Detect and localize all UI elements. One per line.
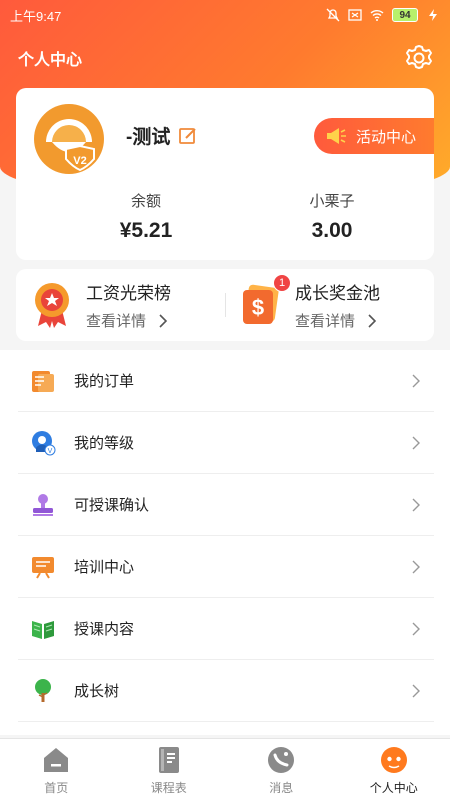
promo-salary-honor[interactable]: 工资光荣榜 查看详情 xyxy=(16,269,225,341)
menu-item-level[interactable]: V 我的等级 xyxy=(18,412,434,474)
svg-text:$: $ xyxy=(252,295,264,320)
book-icon xyxy=(32,620,54,639)
tab-profile[interactable]: 个人中心 xyxy=(338,739,450,800)
dollar-card-icon-wrap: $ 1 xyxy=(241,274,291,328)
menu-item-label: 成长树 xyxy=(74,683,120,700)
chevron-right-icon xyxy=(412,498,420,511)
wifi-icon xyxy=(370,10,384,21)
balance-stat[interactable]: 余额 ¥5.21 xyxy=(66,190,226,243)
chevron-right-icon xyxy=(412,684,420,697)
tab-schedule[interactable]: 课程表 xyxy=(113,739,226,800)
username-text: -测试 xyxy=(126,127,171,148)
status-bar: 上午9:47 94 xyxy=(0,0,450,30)
gear-icon[interactable] xyxy=(404,43,434,73)
menu-item-label: 可授课确认 xyxy=(74,497,150,514)
chevron-right-icon xyxy=(412,560,420,573)
menu-item-label: 我的订单 xyxy=(74,373,135,390)
top-bar: 个人中心 xyxy=(0,36,450,80)
level-badge: V2 xyxy=(73,155,86,167)
tab-messages[interactable]: 消息 xyxy=(225,739,338,800)
activity-center-button[interactable]: 活动中心 xyxy=(314,118,434,154)
stamp-icon xyxy=(33,493,53,516)
svg-text:V: V xyxy=(48,448,53,455)
battery-icon: 94 xyxy=(392,8,418,22)
page-title: 个人中心 xyxy=(18,52,83,69)
order-icon xyxy=(32,370,54,392)
username: -测试 xyxy=(126,122,198,149)
level-icon: V xyxy=(32,430,56,455)
promo-subtitle: 查看详情 xyxy=(86,313,147,330)
megaphone-icon xyxy=(327,128,346,144)
menu-item-orders[interactable]: 我的订单 xyxy=(18,350,434,412)
charging-icon xyxy=(429,9,437,21)
chestnut-value: 3.00 xyxy=(311,219,353,242)
edit-icon[interactable] xyxy=(178,126,198,146)
promo-title: 成长奖金池 xyxy=(295,284,380,303)
menu-item-label: 授课内容 xyxy=(74,621,135,638)
menu-item-label: 我的等级 xyxy=(74,435,135,452)
menu-item-label: 培训中心 xyxy=(74,559,135,576)
chestnut-label: 小栗子 xyxy=(309,193,355,210)
mute-icon xyxy=(326,8,340,22)
message-icon xyxy=(268,747,295,773)
status-icons: 94 xyxy=(326,8,440,22)
tree-icon xyxy=(35,678,51,702)
tab-label: 消息 xyxy=(269,781,294,795)
menu-list: 我的订单 V 我的等级 可授课确认 培训中心 授课内容 成长树 xyxy=(0,350,450,735)
menu-item-training[interactable]: 培训中心 xyxy=(18,536,434,598)
tab-home[interactable]: 首页 xyxy=(0,739,113,800)
activity-center-label: 活动中心 xyxy=(356,128,417,146)
medal-icon xyxy=(35,283,69,328)
menu-item-teaching-content[interactable]: 授课内容 xyxy=(18,598,434,660)
tab-label: 首页 xyxy=(44,781,69,795)
status-time: 上午9:47 xyxy=(10,8,62,24)
bottom-tab-bar: 首页 课程表 消息 个人中心 xyxy=(0,738,450,800)
tab-label: 个人中心 xyxy=(369,781,418,795)
profile-icon xyxy=(380,747,407,773)
avatar[interactable]: V2 xyxy=(32,102,106,176)
promo-card: 工资光荣榜 查看详情 $ 1 成长奖金池 查看详情 xyxy=(16,269,434,341)
balance-value: ¥5.21 xyxy=(119,219,173,242)
chestnut-stat[interactable]: 小栗子 3.00 xyxy=(252,190,412,243)
chevron-right-icon xyxy=(412,374,420,387)
promo-subtitle: 查看详情 xyxy=(295,313,356,330)
menu-item-teaching-confirm[interactable]: 可授课确认 xyxy=(18,474,434,536)
chevron-right-icon xyxy=(368,313,377,328)
promo-title: 工资光荣榜 xyxy=(86,284,171,303)
tab-label: 课程表 xyxy=(150,781,187,795)
chevron-right-icon xyxy=(412,622,420,635)
notification-badge: 1 xyxy=(273,274,291,292)
home-icon xyxy=(44,748,69,772)
sim-blocked-icon xyxy=(348,9,362,21)
balance-label: 余额 xyxy=(130,193,161,210)
chevron-right-icon xyxy=(412,436,420,449)
schedule-icon xyxy=(158,747,179,773)
promo-growth-bonus[interactable]: $ 1 成长奖金池 查看详情 xyxy=(225,269,434,341)
menu-item-growth-tree[interactable]: 成长树 xyxy=(18,660,434,722)
profile-card: V2 -测试 活动中心 余额 ¥5.21 小栗子 3.00 xyxy=(16,88,434,260)
training-icon xyxy=(32,556,54,579)
chevron-right-icon xyxy=(159,313,168,328)
